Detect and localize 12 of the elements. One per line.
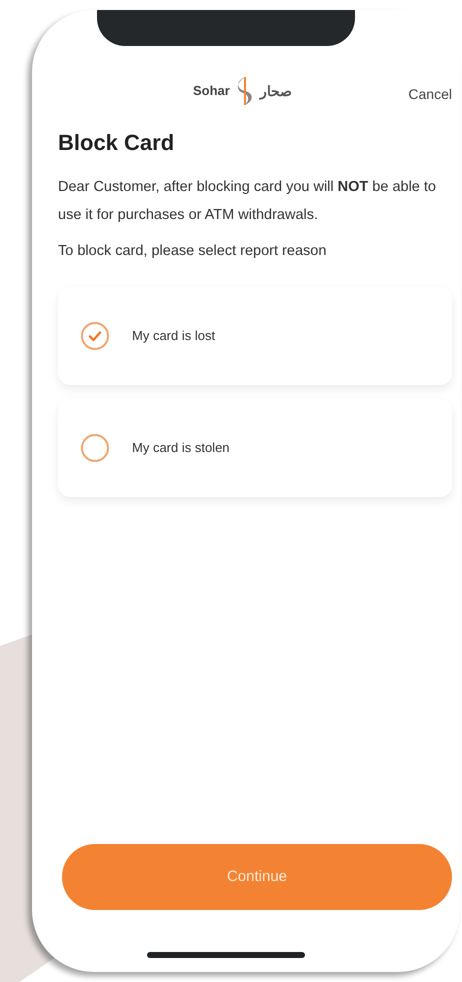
radio-circle-icon[interactable]	[80, 432, 110, 463]
instruction-text: To block card, please select report reason	[58, 242, 328, 261]
warning-message: Dear Customer, after blocking card you will NOT be able to use it for purchases or ATM withdrawals.	[58, 178, 437, 225]
page-title: Block Card	[58, 129, 176, 157]
reason-option[interactable]: My card is stolen	[58, 398, 452, 497]
reason-label: My card is lost	[132, 327, 216, 345]
logo-text: Sohar	[193, 82, 230, 100]
reason-label: My card is stolen	[132, 439, 230, 457]
reason-option[interactable]: My card is lost	[58, 286, 452, 385]
check-circle-icon[interactable]	[80, 320, 110, 351]
cancel-link[interactable]: Cancel	[408, 84, 452, 105]
logo-text: صحار	[260, 82, 292, 102]
